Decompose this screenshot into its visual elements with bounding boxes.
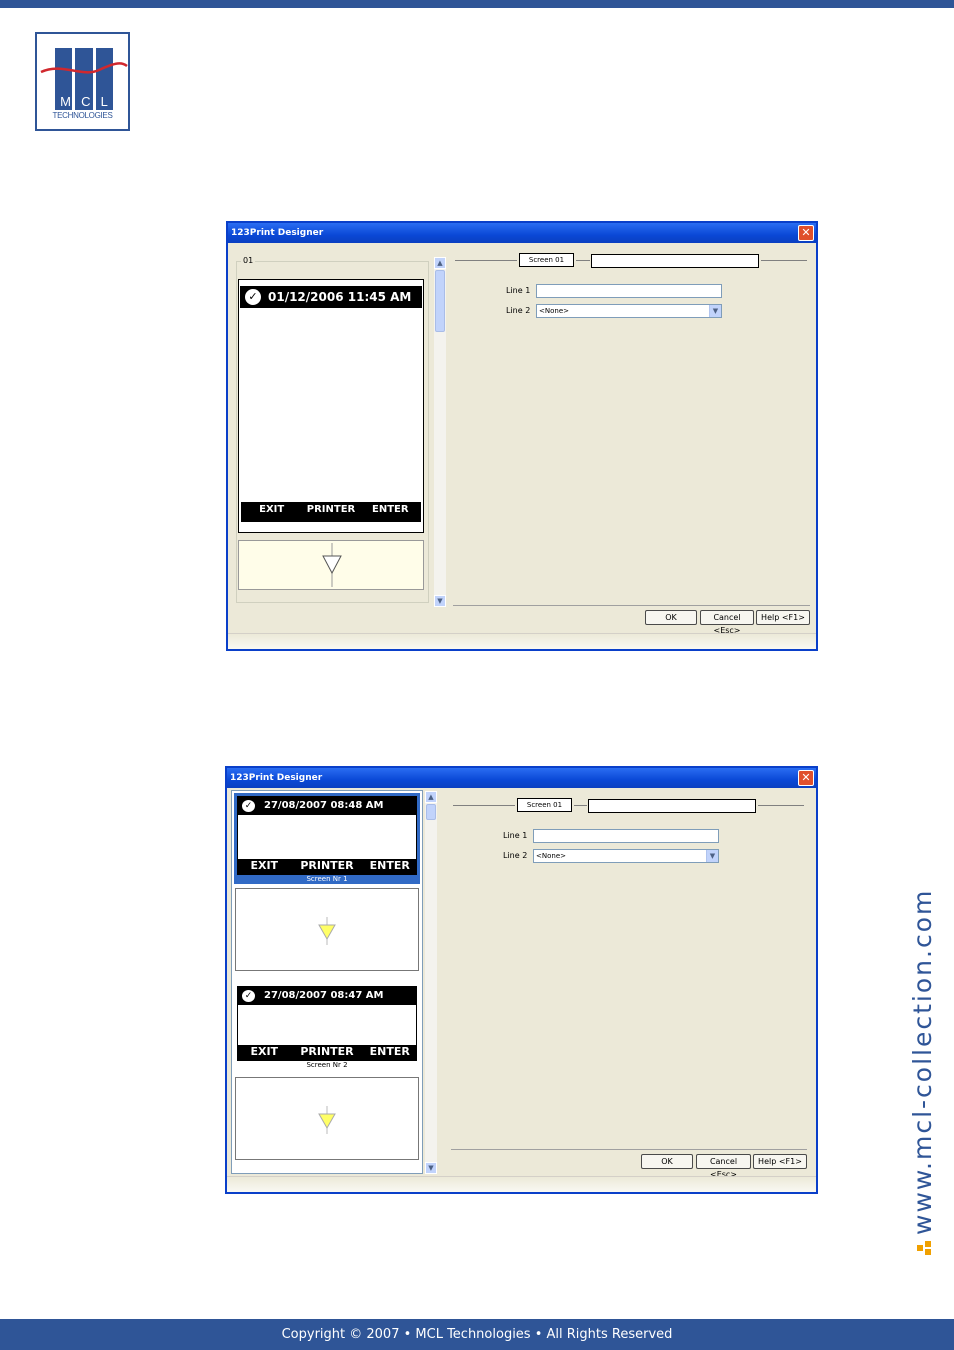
close-icon[interactable]: ✕ xyxy=(798,770,814,786)
help-button[interactable]: Help <F1> xyxy=(756,610,810,625)
preview-softkeys: EXIT PRINTER ENTER xyxy=(241,502,421,522)
arrow-connector-box[interactable] xyxy=(238,540,424,590)
screens-list: ✓ 27/08/2007 08:48 AM EXIT PRINTER ENTER… xyxy=(231,790,423,1174)
down-arrow-icon xyxy=(322,543,342,587)
line1-field[interactable] xyxy=(536,284,722,298)
designer-window-2: 123Print Designer ✕ ✓ 27/08/2007 08:48 A… xyxy=(225,766,818,1194)
designer-window-1: 123Print Designer ✕ 01 ✓ 01/12/2006 11:4… xyxy=(226,221,818,651)
check-icon: ✓ xyxy=(242,800,255,812)
scroll-thumb[interactable] xyxy=(426,804,436,820)
scroll-down-icon[interactable]: ▼ xyxy=(434,595,446,607)
top-bar xyxy=(0,0,954,8)
copyright-text: Copyright © 2007 • MCL Technologies • Al… xyxy=(281,1327,673,1342)
softkey-printer: PRINTER xyxy=(306,504,356,515)
thumb-header: ✓ 27/08/2007 08:47 AM xyxy=(238,987,416,1005)
status-bar xyxy=(227,1176,816,1192)
screens-scrollbar[interactable]: ▲ ▼ xyxy=(425,791,437,1174)
thumb-datetime: 27/08/2007 08:47 AM xyxy=(264,990,384,1001)
list-item[interactable]: ✓ 27/08/2007 08:47 AM EXIT PRINTER ENTER… xyxy=(234,983,420,1074)
check-icon: ✓ xyxy=(245,289,261,305)
softkey-exit: EXIT xyxy=(259,504,285,515)
line2-select-value: <None> xyxy=(536,852,566,860)
group-label: 01 xyxy=(241,256,256,265)
cancel-button[interactable]: Cancel <Esc> xyxy=(696,1154,751,1179)
line2-select-value: <None> xyxy=(539,307,569,315)
window-title: 123Print Designer xyxy=(228,223,816,243)
list-item-selected[interactable]: ✓ 27/08/2007 08:48 AM EXIT PRINTER ENTER… xyxy=(234,793,420,884)
softkey-exit: EXIT xyxy=(250,1045,279,1058)
side-url: www.mcl-collection.com xyxy=(895,835,951,1255)
softkey-printer: PRINTER xyxy=(300,1045,354,1058)
screen-thumb: ✓ 27/08/2007 08:48 AM xyxy=(237,796,417,860)
status-bar xyxy=(228,633,816,649)
line2-select[interactable]: <None> ▼ xyxy=(536,304,722,318)
down-arrow-icon xyxy=(318,917,336,945)
preview-header: ✓ 01/12/2006 11:45 AM xyxy=(240,286,422,308)
divider-line xyxy=(455,260,517,261)
thumb-softkeys: EXIT PRINTER ENTER xyxy=(237,1045,417,1061)
softkey-enter: ENTER xyxy=(369,859,410,872)
close-icon[interactable]: ✕ xyxy=(798,225,814,241)
softkey-printer: PRINTER xyxy=(300,859,354,872)
tab-screen[interactable]: Screen 01 xyxy=(519,253,574,267)
orange-dots-icon xyxy=(917,1241,931,1255)
chevron-down-icon[interactable]: ▼ xyxy=(706,850,718,862)
line1-label: Line 1 xyxy=(506,286,531,295)
window-title: 123Print Designer xyxy=(227,768,816,788)
tab-screen[interactable]: Screen 01 xyxy=(517,798,572,812)
line2-label: Line 2 xyxy=(506,306,531,315)
preview-scrollbar[interactable]: ▲ ▼ xyxy=(434,257,446,607)
screen-thumb: ✓ 27/08/2007 08:47 AM xyxy=(237,986,417,1050)
cancel-button[interactable]: Cancel <Esc> xyxy=(700,610,754,635)
divider-line xyxy=(453,805,515,806)
preview-datetime: 01/12/2006 11:45 AM xyxy=(268,290,412,304)
divider-line xyxy=(574,805,587,806)
logo-subtitle: TECHNOLOGIES xyxy=(52,111,113,120)
screen-preview[interactable]: ✓ 01/12/2006 11:45 AM EXIT PRINTER ENTER xyxy=(238,279,424,533)
scroll-up-icon[interactable]: ▲ xyxy=(425,791,437,803)
scroll-thumb[interactable] xyxy=(435,270,445,332)
mcl-logo: M C L TECHNOLOGIES xyxy=(35,32,130,131)
screen-name-field[interactable] xyxy=(588,799,756,813)
footer: Copyright © 2007 • MCL Technologies • Al… xyxy=(0,1319,954,1350)
line2-select[interactable]: <None> ▼ xyxy=(533,849,719,863)
screen-caption: Screen Nr 2 xyxy=(306,1061,348,1069)
check-icon: ✓ xyxy=(242,990,255,1002)
thumb-softkeys: EXIT PRINTER ENTER xyxy=(237,859,417,875)
footer-divider xyxy=(453,605,810,606)
down-arrow-icon xyxy=(318,1106,336,1134)
arrow-connector-box[interactable] xyxy=(235,888,419,971)
divider-line xyxy=(576,260,590,261)
ok-button[interactable]: OK xyxy=(641,1154,693,1169)
line1-field[interactable] xyxy=(533,829,719,843)
ok-button[interactable]: OK xyxy=(645,610,697,625)
help-button[interactable]: Help <F1> xyxy=(753,1154,807,1169)
screen-caption: Screen Nr 1 xyxy=(306,875,348,883)
line1-label: Line 1 xyxy=(503,831,528,840)
softkey-enter: ENTER xyxy=(372,504,409,515)
arrow-connector-box[interactable] xyxy=(235,1077,419,1160)
softkey-exit: EXIT xyxy=(250,859,279,872)
scroll-down-icon[interactable]: ▼ xyxy=(425,1162,437,1174)
thumb-header: ✓ 27/08/2007 08:48 AM xyxy=(238,797,416,815)
footer-divider xyxy=(451,1149,807,1150)
divider-line xyxy=(758,805,804,806)
divider-line xyxy=(761,260,807,261)
softkey-enter: ENTER xyxy=(369,1045,410,1058)
screen-name-field[interactable] xyxy=(591,254,759,268)
chevron-down-icon[interactable]: ▼ xyxy=(709,305,721,317)
side-url-text: www.mcl-collection.com xyxy=(908,888,937,1235)
scroll-up-icon[interactable]: ▲ xyxy=(434,257,446,269)
thumb-datetime: 27/08/2007 08:48 AM xyxy=(264,800,384,811)
line2-label: Line 2 xyxy=(503,851,528,860)
